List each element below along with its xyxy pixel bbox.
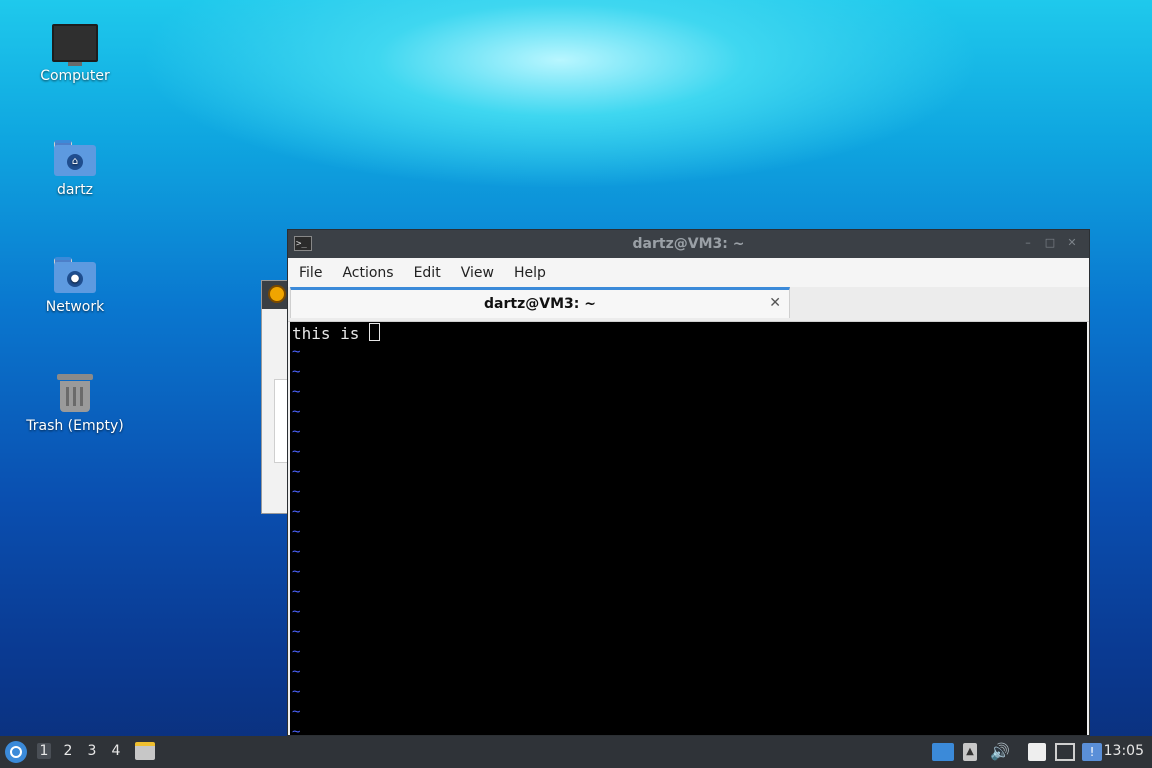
maximize-icon[interactable]: □ (1043, 236, 1057, 250)
desktop-icon-home[interactable]: ⌂ dartz (20, 140, 130, 198)
file-manager-icon[interactable] (135, 742, 155, 760)
menu-view[interactable]: View (461, 265, 494, 281)
desktop-icon-trash[interactable]: Trash (Empty) (20, 372, 130, 434)
empty-line-tilde: ~ (292, 664, 301, 680)
desktop-icon-label: Computer (40, 68, 110, 84)
menu-help[interactable]: Help (514, 265, 546, 281)
empty-line-tilde: ~ (292, 524, 301, 540)
tab-bar: dartz@VM3: ~ ✕ (288, 287, 1089, 322)
workspace-2[interactable]: 2 (61, 743, 75, 759)
taskbar: 1 2 3 4 ▲ 🔊 ! 13:05 (0, 736, 1152, 768)
tab-close-icon[interactable]: ✕ (769, 295, 781, 311)
editor-line: this is (292, 323, 381, 343)
empty-line-tilde: ~ (292, 404, 301, 420)
trash-icon (57, 372, 93, 412)
terminal-window[interactable]: >_ dartz@VM3: ~ – □ ✕ File Actions Edit … (287, 229, 1090, 736)
empty-line-tilde: ~ (292, 644, 301, 660)
text-cursor (369, 323, 381, 341)
desktop-icon-label: dartz (56, 182, 94, 198)
app-logo-icon (268, 285, 286, 303)
empty-line-tilde: ~ (292, 704, 301, 720)
tab-terminal[interactable]: dartz@VM3: ~ ✕ (290, 287, 790, 318)
empty-line-tilde: ~ (292, 624, 301, 640)
network-icon[interactable] (1055, 743, 1075, 761)
menu-edit[interactable]: Edit (414, 265, 441, 281)
clipboard-icon[interactable] (1028, 743, 1046, 761)
workspace-3[interactable]: 3 (85, 743, 99, 759)
volume-icon[interactable]: 🔊 (990, 743, 1010, 761)
desktop-icon-label: Trash (Empty) (26, 418, 124, 434)
update-notifier-icon[interactable]: ! (1082, 743, 1102, 761)
menu-file[interactable]: File (299, 265, 322, 281)
empty-line-tilde: ~ (292, 604, 301, 620)
empty-line-tilde: ~ (292, 724, 301, 735)
menu-actions[interactable]: Actions (342, 265, 393, 281)
workspace-1[interactable]: 1 (37, 743, 51, 759)
close-icon[interactable]: ✕ (1065, 236, 1079, 250)
empty-line-tilde: ~ (292, 684, 301, 700)
empty-line-tilde: ~ (292, 344, 301, 360)
show-desktop-icon[interactable] (932, 743, 954, 761)
home-folder-icon: ⌂ (54, 140, 96, 176)
clock[interactable]: 13:05 (1104, 743, 1144, 759)
empty-line-tilde: ~ (292, 564, 301, 580)
tray-arrow-icon[interactable]: ▲ (963, 743, 977, 761)
start-menu-icon[interactable] (5, 741, 27, 763)
window-title: dartz@VM3: ~ (632, 236, 745, 252)
empty-line-tilde: ~ (292, 484, 301, 500)
terminal-titlebar[interactable]: >_ dartz@VM3: ~ – □ ✕ (288, 230, 1089, 258)
terminal-output[interactable]: this is ~ ~ ~ ~ ~ ~ ~ ~ ~ ~ ~ ~ ~ ~ ~ ~ ~ ~ ~ ~ (290, 322, 1087, 735)
menu-bar: File Actions Edit View Help (288, 258, 1089, 287)
empty-line-tilde: ~ (292, 444, 301, 460)
desktop-icon-network[interactable]: ● Network (20, 257, 130, 315)
tab-label: dartz@VM3: ~ (484, 296, 596, 312)
desktop-icon-computer[interactable]: Computer (20, 24, 130, 84)
empty-line-tilde: ~ (292, 424, 301, 440)
computer-icon (52, 24, 98, 66)
empty-line-tilde: ~ (292, 384, 301, 400)
empty-line-tilde: ~ (292, 464, 301, 480)
minimize-icon[interactable]: – (1021, 236, 1035, 250)
empty-line-tilde: ~ (292, 544, 301, 560)
workspace-4[interactable]: 4 (109, 743, 123, 759)
empty-line-tilde: ~ (292, 584, 301, 600)
editor-text: this is (292, 324, 370, 343)
empty-line-tilde: ~ (292, 504, 301, 520)
network-folder-icon: ● (54, 257, 96, 293)
desktop-icon-label: Network (45, 299, 105, 315)
empty-line-tilde: ~ (292, 364, 301, 380)
